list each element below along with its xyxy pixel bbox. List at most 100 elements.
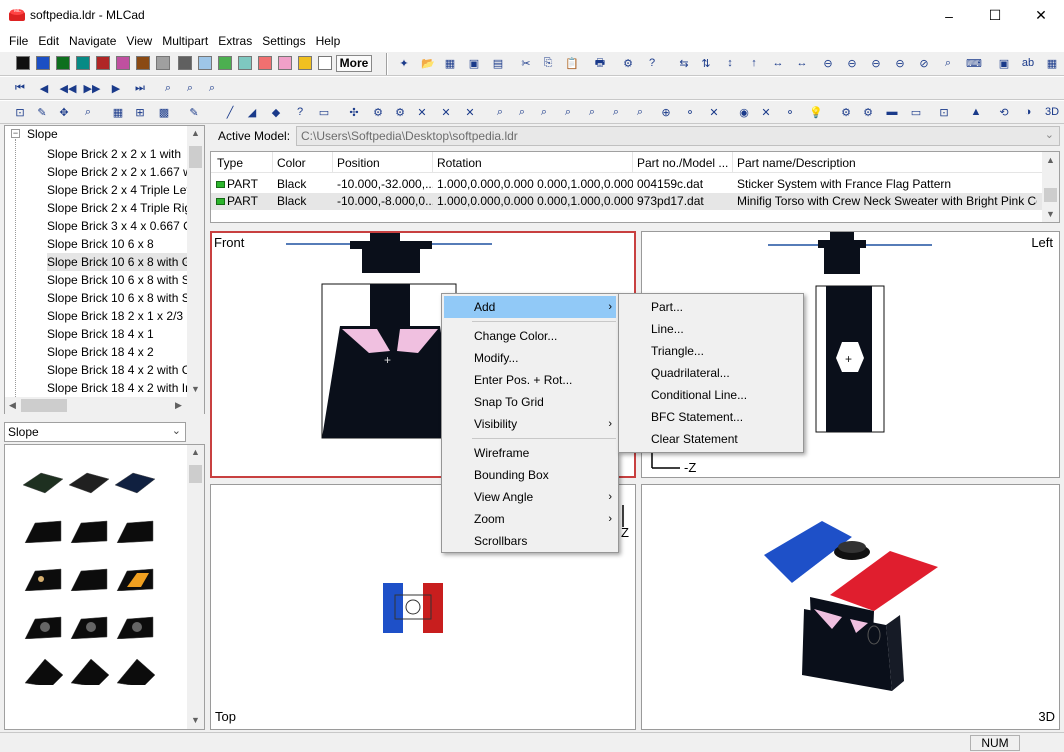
tree-item[interactable]: Slope Brick 3 x 4 x 0.667 C xyxy=(47,217,187,235)
3d-view[interactable]: 3D xyxy=(641,484,1060,730)
menu-item-snap-to-grid[interactable]: Snap To Grid xyxy=(442,391,618,413)
cut-icon[interactable]: ✂ xyxy=(518,55,534,71)
quad-icon[interactable]: ◆ xyxy=(268,104,284,120)
3d-view-icon[interactable]: 3D xyxy=(1044,104,1060,120)
part-thumbnail[interactable] xyxy=(113,609,157,639)
menu-extras[interactable]: Extras xyxy=(213,31,257,51)
parts-category-dropdown[interactable]: Slope ⌄ xyxy=(4,422,186,442)
preview-scrollbar[interactable]: ▲ ▼ xyxy=(187,445,204,729)
color-swatch[interactable] xyxy=(116,56,130,70)
menu-item-view-angle[interactable]: View Angle › xyxy=(442,486,618,508)
menu-help[interactable]: Help xyxy=(311,31,346,51)
color-swatch[interactable] xyxy=(76,56,90,70)
part-thumbnail[interactable] xyxy=(113,561,157,591)
parts-preview-grid[interactable]: ▲ ▼ xyxy=(4,444,205,730)
part-thumbnail[interactable] xyxy=(21,655,65,685)
rename-icon[interactable]: ab xyxy=(1020,55,1036,71)
table-scrollbar[interactable]: ▲ ▼ xyxy=(1042,152,1059,222)
bulb-off-icon[interactable]: ⚙ xyxy=(838,104,854,120)
copy-icon[interactable]: ⎘ xyxy=(540,55,556,71)
unknown-icon[interactable]: ? xyxy=(292,104,308,120)
gear-2-icon[interactable]: ⚙ xyxy=(392,104,408,120)
zoom-icon[interactable]: ⌕ xyxy=(80,104,96,120)
tree-vertical-scrollbar[interactable]: ▲ ▼ xyxy=(187,126,204,398)
menu-item-scrollbars[interactable]: Scrollbars xyxy=(442,530,618,552)
minimize-button[interactable]: – xyxy=(926,0,972,31)
part-thumbnail[interactable] xyxy=(113,513,157,543)
color-swatch[interactable] xyxy=(178,56,192,70)
zoom-25-icon[interactable]: ⌕ xyxy=(632,104,648,120)
new-file-icon[interactable]: ✦ xyxy=(396,55,412,71)
submenu-item-triangle[interactable]: Triangle... xyxy=(619,340,803,362)
part-thumbnail[interactable] xyxy=(21,561,65,591)
column-header[interactable]: Part name/Description xyxy=(737,156,856,170)
mirror-x-icon[interactable]: ⇆ xyxy=(676,55,692,71)
menu-view[interactable]: View xyxy=(121,31,157,51)
column-header[interactable]: Color xyxy=(277,156,306,170)
menu-item-bounding-box[interactable]: Bounding Box xyxy=(442,464,618,486)
find-part-icon[interactable]: ⌕ xyxy=(182,80,198,96)
color-swatch[interactable] xyxy=(16,56,30,70)
properties-icon[interactable]: ⚙ xyxy=(620,55,636,71)
menu-multipart[interactable]: Multipart xyxy=(157,31,213,51)
cancel-icon[interactable]: ✕ xyxy=(706,104,722,120)
color-swatch[interactable] xyxy=(36,56,50,70)
delete-icon[interactable]: ✕ xyxy=(414,104,430,120)
rotate-6-icon[interactable]: ⌕ xyxy=(940,55,956,71)
move-up-icon[interactable]: ↑ xyxy=(746,55,762,71)
tree-item[interactable]: Slope Brick 18 4 x 2 with In xyxy=(47,379,187,397)
open-folder-icon[interactable]: 📂 xyxy=(420,55,436,71)
rotate-icon[interactable]: ⟲ xyxy=(996,104,1012,120)
rotate-3-icon[interactable]: ⊖ xyxy=(868,55,884,71)
tree-item[interactable]: Slope Brick 10 6 x 8 with G xyxy=(47,253,187,271)
submenu-item-bfc-statement[interactable]: BFC Statement... xyxy=(619,406,803,428)
frame-icon[interactable]: ▭ xyxy=(316,104,332,120)
fast-forward-icon[interactable]: ▶▶ xyxy=(84,80,101,96)
menu-item-modify[interactable]: Modify... xyxy=(442,347,618,369)
delete-2-icon[interactable]: ✕ xyxy=(438,104,454,120)
zoom-100-icon[interactable]: ⌕ xyxy=(560,104,576,120)
menu-item-enter-pos-rot[interactable]: Enter Pos. + Rot... xyxy=(442,369,618,391)
smiley-icon[interactable]: ◉ xyxy=(736,104,752,120)
zoom-300-icon[interactable]: ⌕ xyxy=(492,104,508,120)
prev-step-icon[interactable]: ◀ xyxy=(36,80,52,96)
grid-icon[interactable]: ▦ xyxy=(1044,55,1060,71)
tree-item[interactable]: Slope Brick 10 6 x 8 xyxy=(47,235,187,253)
rotate-4-icon[interactable]: ⊖ xyxy=(892,55,908,71)
maximize-button[interactable]: ☐ xyxy=(972,0,1018,31)
column-header[interactable]: Part no./Model ... xyxy=(637,156,728,170)
menu-navigate[interactable]: Navigate xyxy=(64,31,121,51)
menu-item-zoom[interactable]: Zoom › xyxy=(442,508,618,530)
submenu-item-part[interactable]: Part... xyxy=(619,296,803,318)
column-header[interactable]: Type xyxy=(217,156,243,170)
active-model-combobox[interactable]: C:\Users\Softpedia\Desktop\softpedia.ldr… xyxy=(296,126,1060,146)
move-icon[interactable]: ✥ xyxy=(56,104,72,120)
find-replace-icon[interactable]: ⌕ xyxy=(204,80,220,96)
tree-item[interactable]: Slope Brick 18 4 x 2 xyxy=(47,343,187,361)
submenu-item-conditional-line[interactable]: Conditional Line... xyxy=(619,384,803,406)
triangle-icon[interactable]: ◢ xyxy=(244,104,260,120)
color-swatch[interactable] xyxy=(278,56,292,70)
menu-item-visibility[interactable]: Visibility › xyxy=(442,413,618,435)
move-y-icon[interactable]: ↕ xyxy=(722,55,738,71)
color-swatch[interactable] xyxy=(198,56,212,70)
rewind-icon[interactable]: ◀◀ xyxy=(60,80,77,96)
menu-item-change-color[interactable]: Change Color... xyxy=(442,325,618,347)
delete-3-icon[interactable]: ✕ xyxy=(462,104,478,120)
more-colors-button[interactable]: More xyxy=(336,55,372,72)
submenu-item-line[interactable]: Line... xyxy=(619,318,803,340)
view-single-icon[interactable]: ⊡ xyxy=(12,104,28,120)
save-all-icon[interactable]: ▤ xyxy=(490,55,506,71)
part-thumbnail[interactable] xyxy=(67,561,111,591)
pen-icon[interactable]: ✎ xyxy=(186,104,202,120)
part-thumbnail[interactable] xyxy=(113,655,157,685)
layout-icon[interactable]: ⊡ xyxy=(936,104,952,120)
component-icon[interactable]: ✣ xyxy=(346,104,362,120)
keyboard-icon[interactable]: ⌨ xyxy=(966,55,982,71)
tree-item[interactable]: Slope Brick 10 6 x 8 with S xyxy=(47,271,187,289)
color-swatch[interactable] xyxy=(238,56,252,70)
bell-icon[interactable]: ⚬ xyxy=(682,104,698,120)
cancel-2-icon[interactable]: ✕ xyxy=(758,104,774,120)
part-thumbnail[interactable] xyxy=(67,655,111,685)
part-thumbnail[interactable] xyxy=(67,465,111,495)
